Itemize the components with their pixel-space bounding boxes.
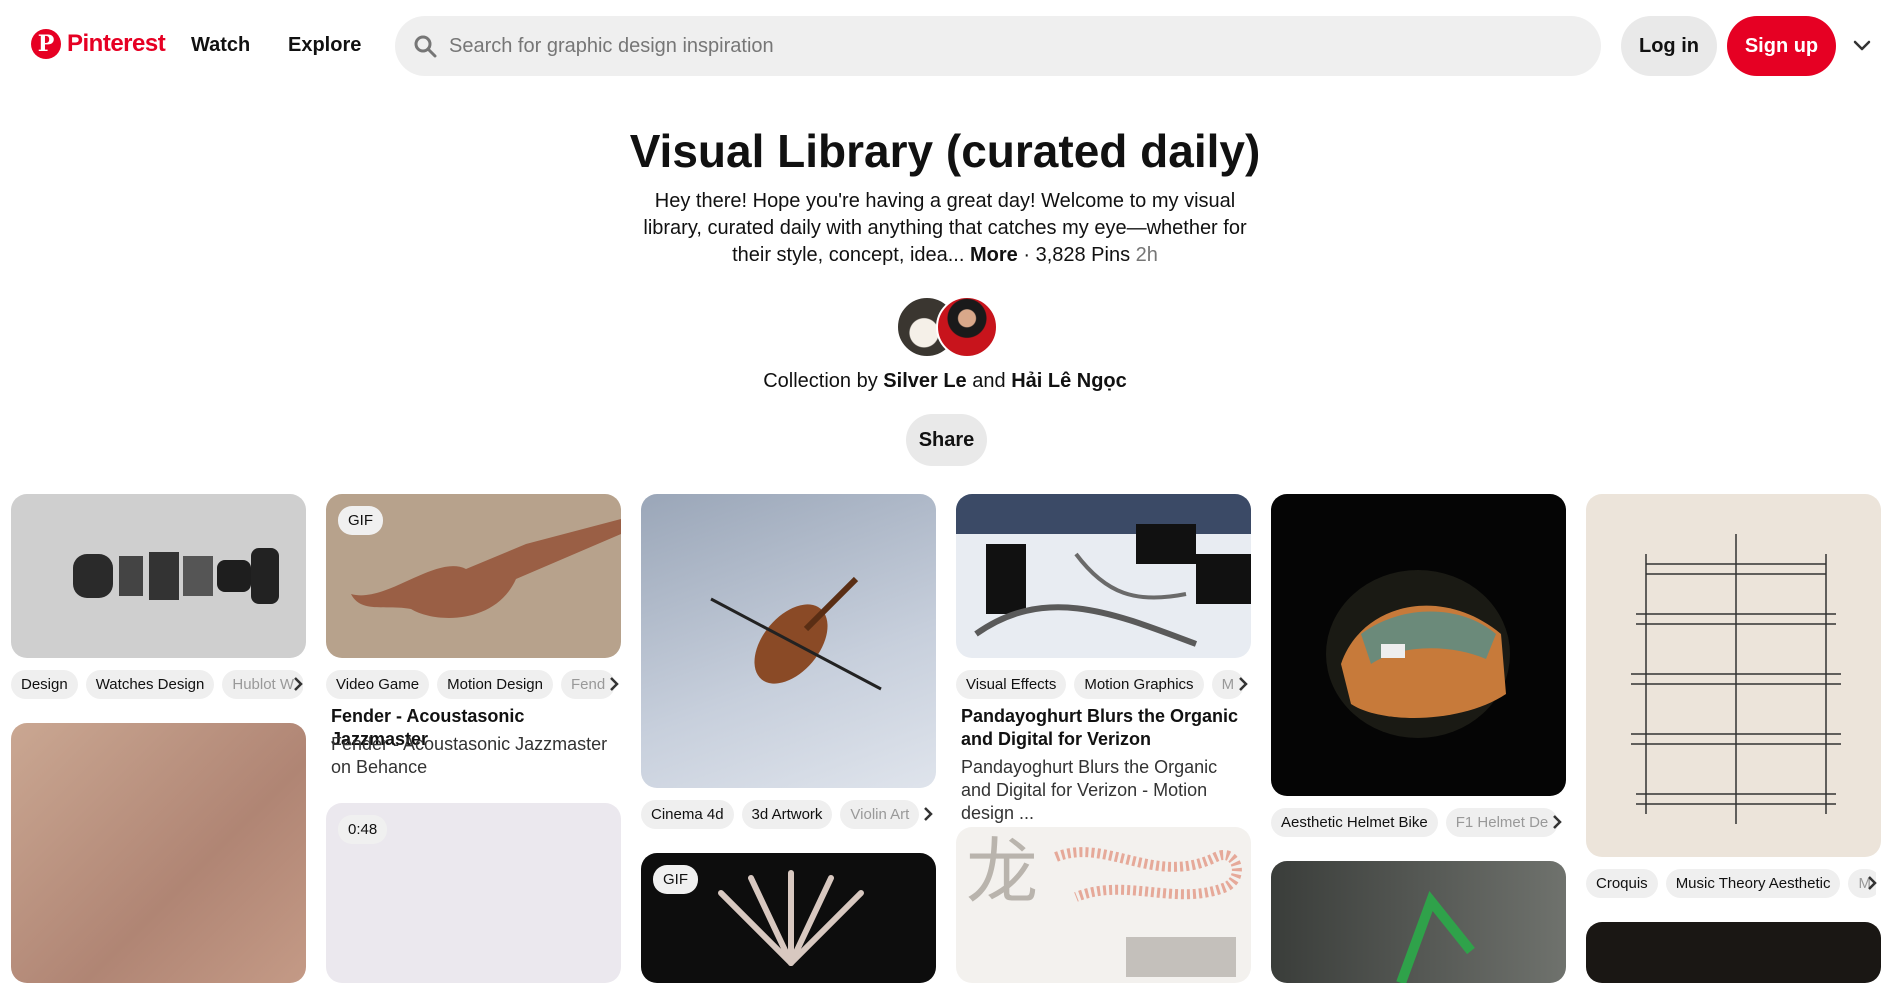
updated-time: 2h — [1135, 244, 1158, 266]
search-input[interactable] — [449, 34, 1549, 58]
tag-chip[interactable]: Visual Effects — [956, 669, 1067, 699]
search-bar[interactable] — [395, 16, 1601, 76]
tag-chip[interactable]: Cinema 4d — [641, 799, 734, 829]
tag-chip[interactable]: Croquis — [1586, 868, 1658, 898]
pin-image[interactable] — [11, 723, 306, 983]
pin-image[interactable] — [1586, 922, 1881, 983]
gif-badge: GIF — [653, 865, 698, 894]
board-title: Visual Library (curated daily) — [629, 125, 1261, 177]
pinterest-logo[interactable]: P Pinterest — [31, 29, 166, 59]
pin-image[interactable] — [11, 494, 306, 658]
chevron-right-icon[interactable] — [1862, 873, 1882, 893]
separator: · — [1023, 244, 1031, 266]
collection-by: Collection by Silver Le and Hải Lê Ngọc — [0, 370, 1890, 393]
gif-badge: GIF — [338, 506, 383, 535]
pin-artwork: 龙 — [966, 830, 1242, 977]
pin-artwork — [1631, 534, 1841, 824]
collaborator-avatars[interactable] — [896, 296, 998, 358]
pin-image[interactable] — [1271, 494, 1566, 796]
tag-chip[interactable]: Watches Design — [85, 669, 215, 699]
pin-tags: Design Watches Design Hublot W — [11, 668, 303, 700]
tag-chip[interactable]: F1 Helmet De — [1445, 807, 1559, 837]
avatar[interactable] — [936, 296, 998, 358]
login-button[interactable]: Log in — [1621, 16, 1717, 76]
more-link[interactable]: More — [970, 244, 1018, 266]
pin-image[interactable] — [641, 494, 936, 788]
pin-image[interactable] — [1271, 861, 1566, 983]
owner-link[interactable]: Silver Le — [883, 370, 966, 392]
header: P Pinterest Watch Explore Log in Sign up — [0, 0, 1890, 96]
tag-chip[interactable]: Music Theory Aesthetic — [1665, 868, 1841, 898]
svg-text:龙: 龙 — [966, 830, 1038, 914]
pin-subtitle: Fender - Acoustasonic Jazzmaster on Beha… — [331, 734, 608, 777]
board-description: Hey there! Hope you're having a great da… — [635, 188, 1255, 269]
tag-chip[interactable]: 3d Artwork — [741, 799, 833, 829]
tag-chip[interactable]: Design — [11, 669, 78, 699]
pin-title[interactable]: Pandayoghurt Blurs the Organic and Digit… — [961, 705, 1251, 751]
nav-watch[interactable]: Watch — [191, 34, 250, 57]
pin-tags: Aesthetic Helmet Bike F1 Helmet De — [1271, 806, 1561, 838]
pin-artwork — [956, 494, 1251, 647]
tag-chip[interactable]: Aesthetic Helmet Bike — [1271, 807, 1438, 837]
pin-tags: Video Game Motion Design Fend — [326, 668, 616, 700]
pinterest-logo-icon: P — [31, 29, 61, 59]
logo-text: Pinterest — [67, 30, 166, 57]
pin-tags: Croquis Music Theory Aesthetic M — [1586, 867, 1876, 899]
share-button[interactable]: Share — [906, 414, 987, 466]
pin-tags: Cinema 4d 3d Artwork Violin Art — [641, 798, 931, 830]
tag-chip[interactable]: Motion Graphics — [1074, 669, 1204, 699]
pin-artwork — [1396, 890, 1475, 983]
pin-tags: Visual Effects Motion Graphics M — [956, 668, 1246, 700]
chevron-down-icon[interactable] — [1850, 34, 1874, 58]
pin-image[interactable] — [956, 494, 1251, 658]
video-duration-badge: 0:48 — [338, 815, 388, 844]
and-word: and — [972, 370, 1006, 392]
chevron-right-icon[interactable] — [604, 674, 624, 694]
pin-image[interactable]: 0:48 — [326, 803, 621, 983]
pin-subtitle: Pandayoghurt Blurs the Organic and Digit… — [961, 757, 1218, 823]
pin-image[interactable]: 龙 — [956, 827, 1251, 983]
signup-button[interactable]: Sign up — [1727, 16, 1836, 76]
chevron-right-icon[interactable] — [288, 674, 308, 694]
chevron-right-icon[interactable] — [918, 804, 938, 824]
pin-artwork — [710, 576, 882, 691]
chevron-right-icon[interactable] — [1547, 812, 1567, 832]
tag-chip[interactable]: Motion Design — [437, 669, 553, 699]
search-icon — [414, 35, 437, 58]
tag-chip[interactable]: Violin Art — [840, 799, 920, 829]
owner-link[interactable]: Hải Lê Ngọc — [1011, 370, 1127, 392]
pin-artwork — [1326, 570, 1510, 738]
pin-image[interactable]: GIF — [326, 494, 621, 658]
pin-image[interactable] — [1586, 494, 1881, 857]
chevron-right-icon[interactable] — [1233, 674, 1253, 694]
pin-image[interactable]: GIF — [641, 853, 936, 983]
pins-count: 3,828 Pins — [1035, 244, 1131, 266]
pin-artwork — [73, 548, 279, 604]
collection-prefix: Collection by — [763, 370, 878, 392]
nav-explore[interactable]: Explore — [288, 34, 361, 57]
tag-chip[interactable]: Video Game — [326, 669, 430, 699]
